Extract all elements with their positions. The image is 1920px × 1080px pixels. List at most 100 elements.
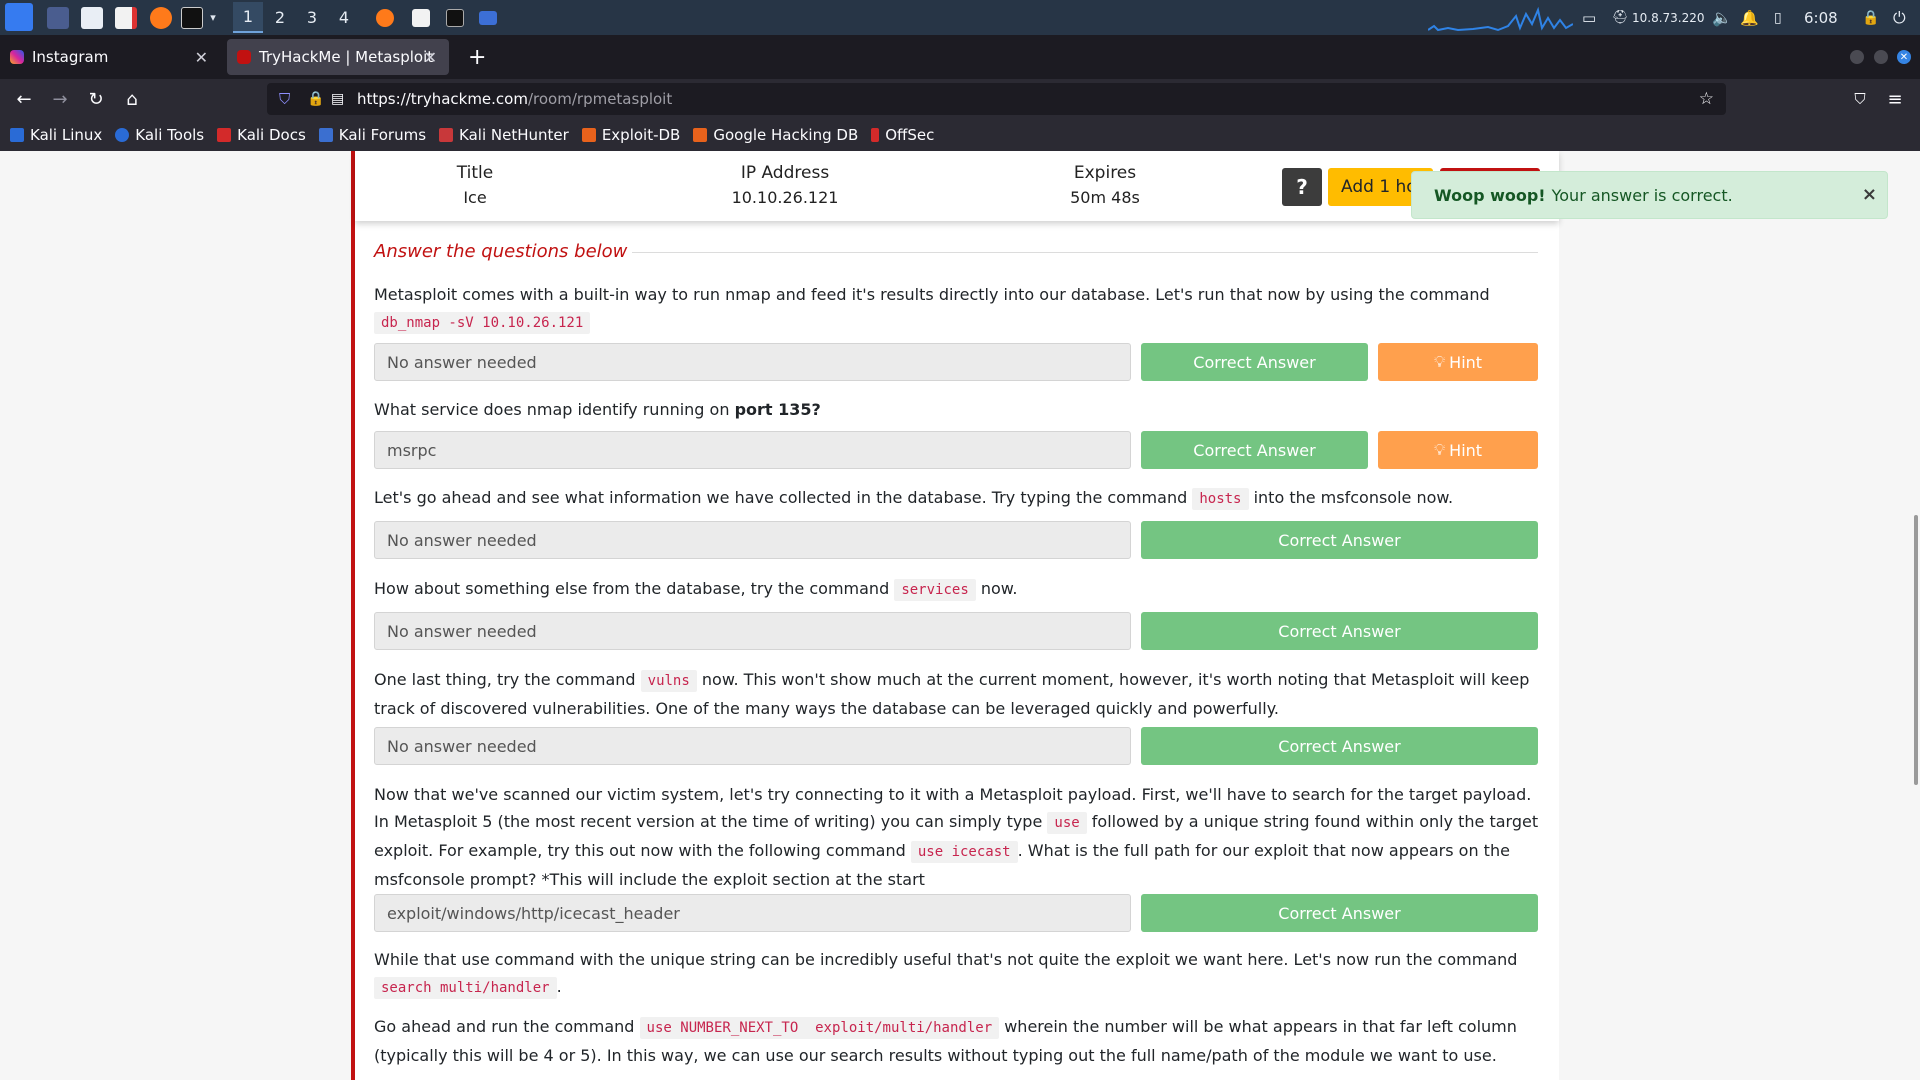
bookmark-star-icon[interactable]: ☆ [1699,89,1714,109]
question-text: Metasploit comes with a built-in way to … [374,285,1490,304]
url-bar[interactable]: ⛉ 🔒 ▤ https://tryhackme.com/room/rpmetas… [267,83,1726,115]
workspace-1[interactable]: 1 [233,2,263,33]
window-folder-icon[interactable] [479,11,497,25]
tab-strip: Instagram ✕ TryHackMe | Metasploit ✕ + ✕ [0,35,1920,79]
inline-code: use NUMBER_NEXT_TO exploit/multi/handler [639,1017,1000,1039]
answer-input-2[interactable]: msrpc [374,431,1131,469]
answer-input-5[interactable]: No answer needed [374,727,1131,765]
answer-input-6[interactable]: exploit/windows/http/icecast_header [374,894,1131,932]
machine-expires-value: 50m 48s [1070,188,1140,207]
workspace-4[interactable]: 4 [329,2,359,33]
bookmark-label: Kali Linux [30,126,103,144]
kali-linux-icon [10,128,24,142]
hint-button-1[interactable]: 💡︎ Hint [1378,343,1538,381]
hint-bulb-icon: 💡︎ [1433,352,1446,371]
inline-code: vulns [640,670,697,692]
notifications-icon[interactable]: 🔔 [1740,0,1759,35]
bookmark-kali-docs[interactable]: Kali Docs [217,126,306,144]
paragraph-use-handler: Go ahead and run the command use NUMBER_… [374,1013,1544,1069]
bookmark-kali-tools[interactable]: Kali Tools [115,126,204,144]
workspace-3[interactable]: 3 [297,2,327,33]
bookmark-label: Google Hacking DB [713,126,859,144]
screen-icon[interactable]: ▭ [1582,0,1596,35]
kali-tools-icon [115,128,130,142]
network-graph-icon [1428,6,1573,32]
window-firefox-icon[interactable] [376,9,394,27]
launcher-dropdown-icon[interactable]: ▾ [206,4,220,31]
vpn-ip-label: 10.8.73.220 [1632,10,1705,25]
workspace-2[interactable]: 2 [265,2,295,33]
url-path: /room/rpmetasploit [527,90,673,108]
machine-ip-value: 10.10.26.121 [731,188,839,207]
home-icon[interactable]: ⌂ [118,85,146,113]
correct-answer-button-1[interactable]: Correct Answer [1141,343,1368,381]
help-button[interactable]: ? [1282,168,1322,206]
answer-input-3[interactable]: No answer needed [374,521,1131,559]
question-text: One last thing, try the command [374,670,636,689]
inline-code: use icecast [910,841,1018,863]
correct-answer-button-2[interactable]: Correct Answer [1141,431,1368,469]
kali-menu-icon[interactable] [5,3,33,31]
question-2-text: What service does nmap identify running … [374,396,1544,423]
firefox-icon[interactable] [150,7,172,29]
lock-icon[interactable]: 🔒 [1862,0,1879,35]
toast-close-button[interactable]: × [1862,184,1877,205]
bookmark-offsec[interactable]: OffSec [871,126,934,144]
correct-answer-button-3[interactable]: Correct Answer [1141,521,1538,559]
bookmark-google-hacking-db[interactable]: Google Hacking DB [693,126,858,144]
bookmark-label: Kali Forums [338,126,427,144]
navigation-bar: ← → ↻ ⌂ ⛉ 🔒 ▤ https://tryhackme.com/room… [0,79,1920,119]
url-text[interactable]: https://tryhackme.com/room/rpmetasploit [357,90,672,108]
hint-button-2[interactable]: 💡︎ Hint [1378,431,1538,469]
inline-code: db_nmap -sV 10.10.26.121 [374,312,591,334]
back-icon[interactable]: ← [10,85,38,113]
reload-icon[interactable]: ↻ [82,85,110,113]
url-host: https://tryhackme.com [357,90,528,108]
lock-secure-icon[interactable]: 🔒 [307,91,324,107]
correct-answer-button-6[interactable]: Correct Answer [1141,894,1538,932]
hint-label: Hint [1449,440,1483,460]
paragraph-search-handler: While that use command with the unique s… [374,946,1544,1002]
tab-tryhackme[interactable]: TryHackMe | Metasploit ✕ [227,39,449,75]
bookmark-label: Kali NetHunter [459,126,569,144]
answer-input-1[interactable]: No answer needed [374,343,1131,381]
hint-bulb-icon: 💡︎ [1433,440,1446,459]
toast-text: Your answer is correct. [1551,185,1733,205]
window-terminal-icon[interactable] [446,9,464,27]
terminal-icon[interactable] [181,7,203,29]
heading-divider [632,252,1538,253]
correct-answer-button-4[interactable]: Correct Answer [1141,612,1538,650]
new-tab-button[interactable]: + [458,39,496,75]
bookmark-kali-linux[interactable]: Kali Linux [10,126,102,144]
volume-icon[interactable]: 🔈 [1712,0,1732,35]
logout-icon[interactable]: ⏻ [1893,0,1906,35]
bookmark-exploit-db[interactable]: Exploit-DB [581,126,680,144]
text-editor-icon[interactable] [115,7,137,29]
bookmark-kali-forums[interactable]: Kali Forums [318,126,427,144]
tab-tryhackme-close-icon[interactable]: ✕ [424,48,437,67]
question-1-text: Metasploit comes with a built-in way to … [374,281,1544,337]
forward-icon[interactable]: → [46,85,74,113]
correct-answer-button-5[interactable]: Correct Answer [1141,727,1538,765]
tracking-protection-icon[interactable]: ⛉ [279,90,290,108]
question-text: Let's go ahead and see what information … [374,488,1188,507]
permissions-icon[interactable]: ▤ [331,91,344,107]
inline-code: hosts [1192,488,1249,510]
tab-instagram-close-icon[interactable]: ✕ [195,48,208,67]
show-desktop-icon[interactable] [47,7,69,29]
tab-instagram[interactable]: Instagram ✕ [0,39,220,75]
window-close-icon[interactable]: ✕ [1897,50,1911,64]
inline-code: services [894,579,976,601]
bookmark-kali-nethunter[interactable]: Kali NetHunter [439,126,569,144]
window-maximize-icon[interactable] [1874,50,1888,64]
answer-input-4[interactable]: No answer needed [374,612,1131,650]
window-minimize-icon[interactable] [1850,50,1864,64]
clock[interactable]: 6:08 [1804,0,1838,35]
page-scrollbar[interactable] [1914,515,1918,785]
window-editor-icon[interactable] [412,9,430,27]
pocket-icon[interactable]: ⛉ [1846,85,1874,113]
app-menu-icon[interactable]: ≡ [1881,85,1909,113]
battery-icon[interactable]: ▯ [1774,0,1782,35]
inline-code: search multi/handler [374,977,557,999]
file-manager-icon[interactable] [81,7,103,29]
